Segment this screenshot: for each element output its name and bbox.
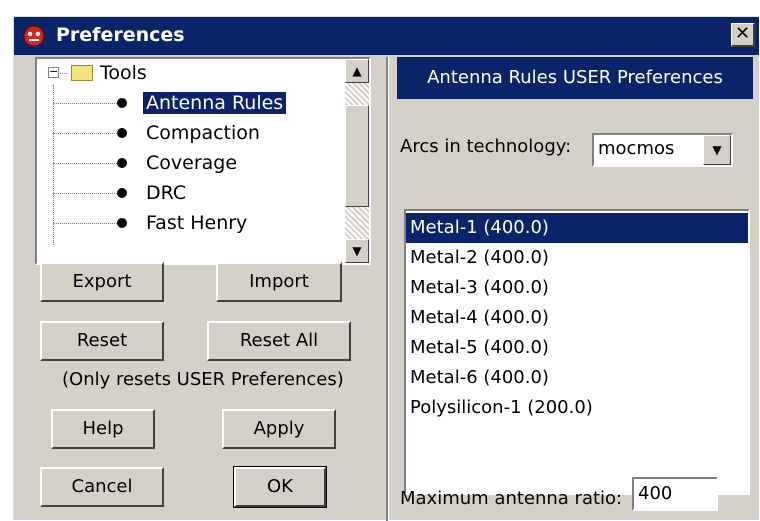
tree-item-antenna-rules[interactable]: Antenna Rules (143, 89, 287, 117)
apply-button[interactable]: Apply (222, 409, 336, 449)
title-bar: Preferences ✕ (14, 17, 759, 55)
tree-item-drc[interactable]: DRC (143, 179, 189, 207)
panel-divider (386, 57, 389, 521)
bullet-icon (117, 128, 127, 138)
list-item[interactable]: Metal-3 (400.0) (406, 273, 748, 303)
app-icon (23, 25, 45, 47)
tree-guide-line (53, 133, 123, 134)
scroll-up-button[interactable]: ▲ (345, 59, 369, 83)
arrow-down-icon: ▼ (352, 244, 362, 258)
antenna-rules-panel: Antenna Rules USER Preferences Arcs in t… (392, 57, 759, 521)
window-title: Preferences (56, 24, 185, 46)
tree-item-label: Antenna Rules (143, 92, 287, 114)
bullet-icon (117, 188, 127, 198)
tree-item-coverage[interactable]: Coverage (143, 149, 240, 177)
reset-button[interactable]: Reset (40, 321, 164, 361)
arrow-up-icon: ▲ (352, 64, 362, 78)
scroll-thumb[interactable] (345, 105, 369, 207)
reset-note: (Only resets USER Preferences) (62, 369, 344, 390)
tree-item-compaction[interactable]: Compaction (143, 119, 263, 147)
ok-button[interactable]: OK (233, 466, 327, 508)
tree-scrollbar[interactable]: ▲ ▼ (345, 59, 369, 263)
tree-item-label: Tools (100, 62, 147, 84)
import-button[interactable]: Import (216, 262, 342, 302)
arcs-list[interactable]: Metal-1 (400.0) Metal-2 (400.0) Metal-3 … (404, 209, 750, 495)
max-ratio-label: Maximum antenna ratio: (400, 488, 623, 509)
scroll-down-button[interactable]: ▼ (345, 239, 369, 263)
preferences-window: Preferences ✕ − Tools Antenna Rules Comp… (13, 16, 759, 521)
max-ratio-input[interactable]: 400 (632, 477, 718, 511)
technology-value: mocmos (598, 138, 675, 159)
close-button[interactable]: ✕ (731, 23, 755, 47)
list-item[interactable]: Metal-6 (400.0) (406, 363, 748, 393)
help-button[interactable]: Help (51, 409, 155, 449)
tree-item-fast-henry[interactable]: Fast Henry (143, 209, 250, 237)
folder-icon (71, 65, 93, 81)
tree-guide-line (53, 223, 123, 224)
cancel-button[interactable]: Cancel (40, 467, 164, 507)
reset-all-button[interactable]: Reset All (207, 321, 351, 361)
tree-guide-line (53, 193, 123, 194)
export-button[interactable]: Export (40, 262, 164, 302)
tree-guide-line (53, 103, 123, 104)
list-item[interactable]: Metal-2 (400.0) (406, 243, 748, 273)
tree-guide-line (53, 163, 123, 164)
list-item[interactable]: Polysilicon-1 (200.0) (406, 393, 748, 423)
collapse-icon[interactable]: − (48, 66, 59, 78)
tree-item-label: Coverage (146, 152, 238, 174)
preferences-tree[interactable]: − Tools Antenna Rules Compaction Coverag… (35, 57, 371, 265)
tree-item-label: DRC (146, 182, 187, 204)
bullet-icon (117, 158, 127, 168)
arcs-label: Arcs in technology: (400, 136, 572, 157)
bullet-icon (117, 218, 127, 228)
panel-header: Antenna Rules USER Preferences (397, 57, 753, 99)
tree-item-tools[interactable]: Tools (97, 59, 150, 87)
tree-guide-line (53, 85, 54, 245)
close-icon: ✕ (734, 23, 751, 44)
technology-select[interactable]: mocmos ▼ (592, 133, 733, 167)
list-item[interactable]: Metal-4 (400.0) (406, 303, 748, 333)
list-item[interactable]: Metal-5 (400.0) (406, 333, 748, 363)
list-item[interactable]: Metal-1 (400.0) (406, 213, 748, 243)
chevron-down-icon: ▼ (712, 143, 722, 157)
tree-item-label: Fast Henry (146, 212, 248, 234)
bullet-icon (117, 98, 127, 108)
dropdown-button[interactable]: ▼ (703, 135, 731, 165)
tree-item-label: Compaction (146, 122, 260, 144)
